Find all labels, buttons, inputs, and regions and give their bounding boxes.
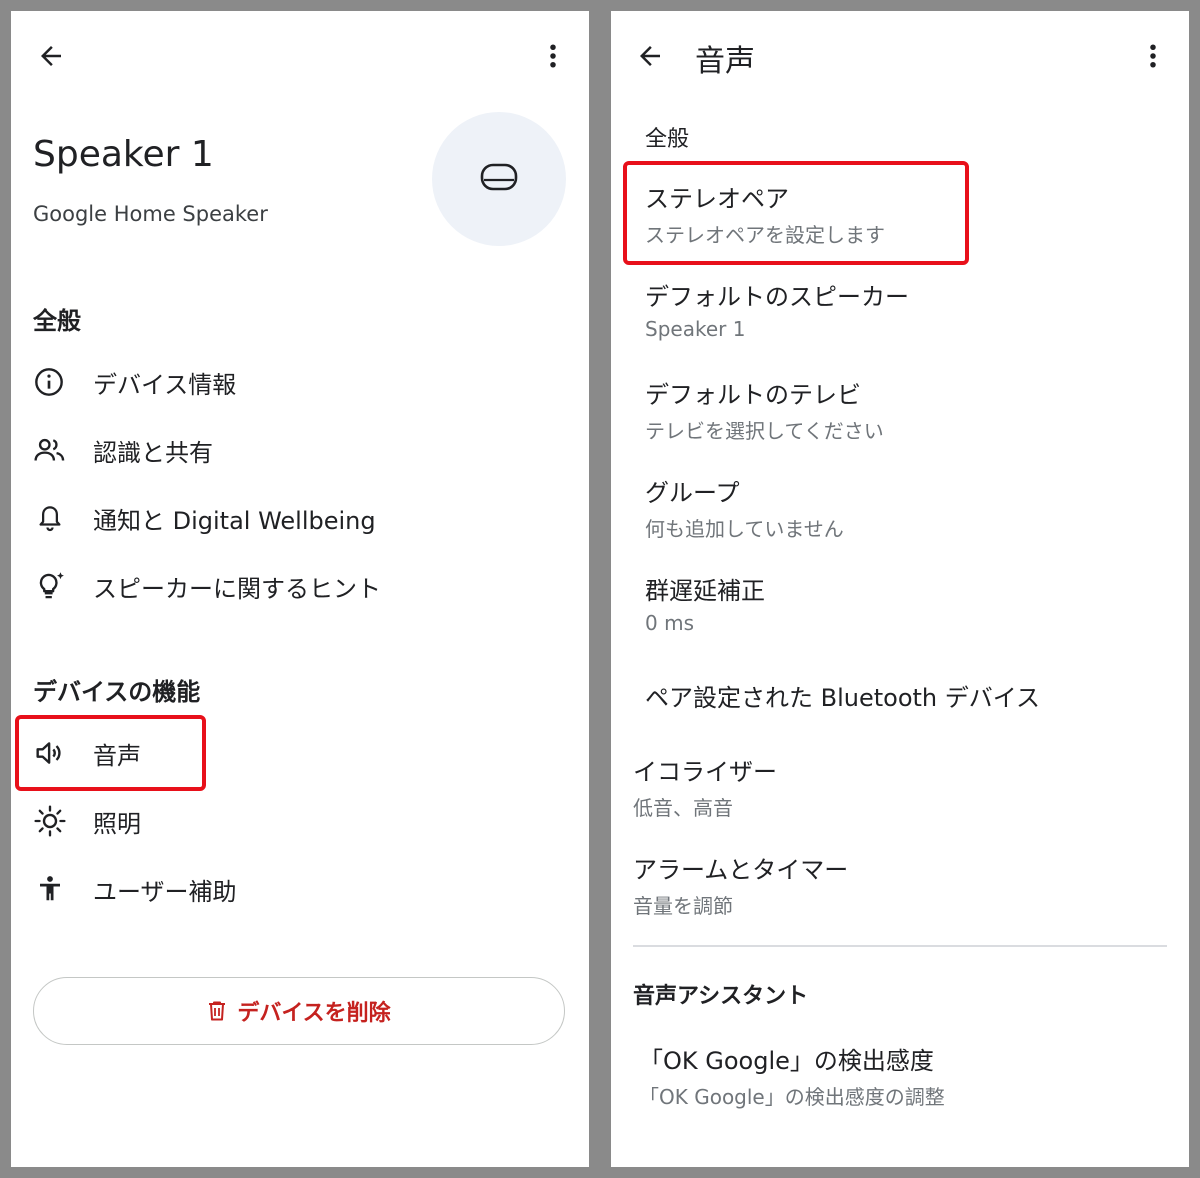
more-vert-icon[interactable] xyxy=(538,41,568,71)
setting-subtitle: 0 ms xyxy=(645,611,694,635)
device-settings-panel: Speaker 1 Google Home Speaker 全般 デバイス情報 … xyxy=(11,11,589,1167)
menu-item-accessibility[interactable]: ユーザー補助 xyxy=(33,866,553,912)
back-arrow-icon[interactable] xyxy=(36,41,66,71)
section-general-title: 全般 xyxy=(645,127,690,152)
setting-title: イコライザー xyxy=(633,758,777,786)
setting-equalizer[interactable]: イコライザー 低音、高音 xyxy=(633,752,1143,832)
highlight-frame-stereo-pair xyxy=(623,161,969,265)
menu-item-notifications[interactable]: 通知と Digital Wellbeing xyxy=(33,495,553,541)
menu-item-label: ユーザー補助 xyxy=(93,878,237,906)
more-vert-icon[interactable] xyxy=(1138,41,1168,71)
setting-subtitle: Speaker 1 xyxy=(645,317,746,341)
section-general-title: 全般 xyxy=(33,307,81,335)
setting-title: デフォルトのテレビ xyxy=(645,381,861,409)
setting-subtitle: 何も追加していません xyxy=(645,517,844,541)
back-arrow-icon[interactable] xyxy=(635,41,665,71)
trash-icon xyxy=(209,1001,226,1021)
menu-item-tips[interactable]: スピーカーに関するヒント xyxy=(33,563,553,609)
menu-item-label: 照明 xyxy=(93,810,141,838)
section-features-title: デバイスの機能 xyxy=(33,678,201,706)
setting-title: ペア設定された Bluetooth デバイス xyxy=(645,684,1041,712)
device-avatar xyxy=(432,112,566,246)
setting-title: 群遅延補正 xyxy=(645,577,765,605)
menu-item-label: 認識と共有 xyxy=(93,439,213,467)
menu-item-label: 通知と Digital Wellbeing xyxy=(93,507,376,535)
setting-subtitle: 低音、高音 xyxy=(633,796,733,820)
setting-subtitle: 音量を調節 xyxy=(633,894,733,918)
highlight-frame-audio xyxy=(15,715,206,791)
setting-title: グループ xyxy=(645,479,740,507)
setting-default-speaker[interactable]: デフォルトのスピーカー Speaker 1 xyxy=(645,277,1145,357)
device-name: Speaker 1 xyxy=(33,134,214,175)
setting-default-tv[interactable]: デフォルトのテレビ テレビを選択してください xyxy=(645,375,1145,455)
section-divider xyxy=(633,945,1167,947)
menu-item-recognition[interactable]: 認識と共有 xyxy=(33,427,553,473)
menu-item-device-info[interactable]: デバイス情報 xyxy=(33,359,553,405)
info-icon xyxy=(35,368,63,396)
delete-device-label: デバイスを削除 xyxy=(237,1001,391,1026)
accessibility-icon xyxy=(40,876,60,901)
section-assistant-title: 音声アシスタント xyxy=(633,984,809,1009)
bell-icon xyxy=(39,506,61,532)
setting-group[interactable]: グループ 何も追加していません xyxy=(645,473,1145,553)
setting-ok-google-sensitivity[interactable]: 「OK Google」の検出感度 「OK Google」の検出感度の調整 xyxy=(639,1041,1149,1121)
audio-settings-panel: 音声 全般 ステレオペア ステレオペアを設定します デフォルトのスピーカー Sp… xyxy=(611,11,1189,1167)
menu-item-lighting[interactable]: 照明 xyxy=(33,798,553,844)
lightbulb-icon xyxy=(39,572,64,599)
speaker-icon xyxy=(480,163,518,191)
menu-item-label: スピーカーに関するヒント xyxy=(93,575,381,603)
setting-title: アラームとタイマー xyxy=(633,856,849,884)
people-icon xyxy=(34,438,65,461)
page-title: 音声 xyxy=(695,44,755,79)
brightness-icon xyxy=(34,805,66,837)
setting-alarms-timers[interactable]: アラームとタイマー 音量を調節 xyxy=(633,850,1143,930)
setting-group-delay[interactable]: 群遅延補正 0 ms xyxy=(645,571,1145,651)
menu-item-label: デバイス情報 xyxy=(93,371,237,399)
setting-bluetooth-devices[interactable]: ペア設定された Bluetooth デバイス xyxy=(645,678,1145,724)
setting-title: 「OK Google」の検出感度 xyxy=(639,1047,934,1075)
device-model: Google Home Speaker xyxy=(33,202,268,226)
setting-subtitle: テレビを選択してください xyxy=(645,419,884,443)
setting-title: デフォルトのスピーカー xyxy=(645,283,909,311)
setting-subtitle: 「OK Google」の検出感度の調整 xyxy=(639,1085,945,1109)
delete-device-button[interactable]: デバイスを削除 xyxy=(33,977,565,1045)
